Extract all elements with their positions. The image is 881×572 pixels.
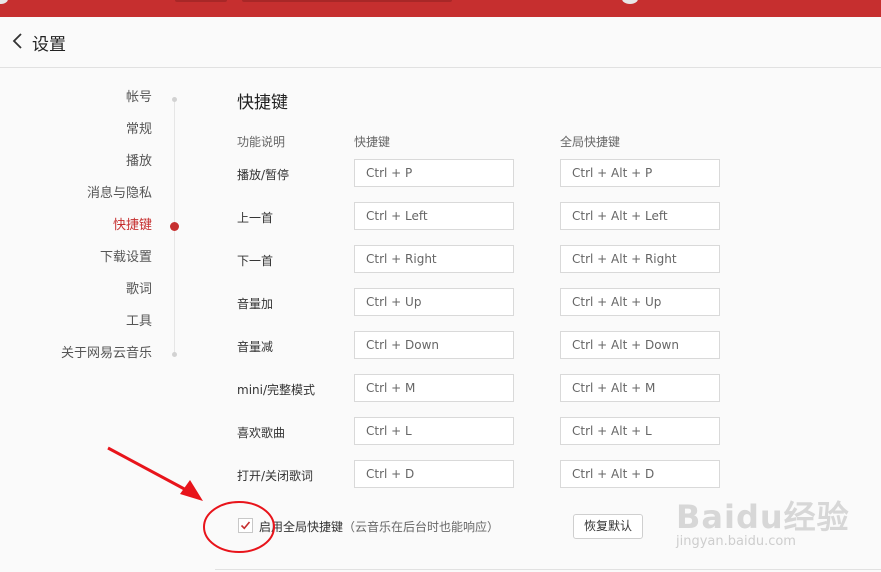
- window-control-icon[interactable]: [0, 0, 8, 4]
- watermark-brand: Baidu经验: [676, 498, 850, 536]
- sidebar-item-lyrics[interactable]: 歌词: [126, 281, 152, 299]
- watermark-url: jingyan.baidu.com: [676, 534, 796, 549]
- row-label: 音量加: [237, 297, 274, 311]
- column-header-function: 功能说明: [237, 135, 286, 149]
- row-label: mini/完整模式: [237, 383, 316, 397]
- user-avatar[interactable]: [622, 0, 638, 4]
- global-shortcut-input[interactable]: Ctrl + Alt + M: [560, 374, 720, 402]
- back-button[interactable]: [8, 29, 28, 53]
- row-label: 播放/暂停: [237, 168, 290, 182]
- title-bar: [0, 0, 881, 17]
- sidebar-active-dot: [170, 222, 179, 231]
- shortcut-input[interactable]: Ctrl + P: [354, 159, 514, 187]
- enable-global-shortcut-checkbox[interactable]: [238, 518, 253, 533]
- global-shortcut-input[interactable]: Ctrl + Alt + D: [560, 460, 720, 488]
- shortcut-input[interactable]: Ctrl + L: [354, 417, 514, 445]
- sidebar-item-account[interactable]: 帐号: [126, 89, 152, 107]
- search-box-stub: [242, 0, 452, 2]
- column-header-global-shortcut: 全局快捷键: [560, 135, 621, 149]
- bottom-divider: [215, 569, 881, 570]
- shortcut-input[interactable]: Ctrl + Left: [354, 202, 514, 230]
- sidebar-item-about[interactable]: 关于网易云音乐: [61, 345, 152, 363]
- global-shortcut-input[interactable]: Ctrl + Alt + Left: [560, 202, 720, 230]
- sidebar-item-general[interactable]: 常规: [126, 121, 152, 139]
- settings-sidebar: 帐号 常规 播放 消息与隐私 快捷键 下载设置 歌词 工具 关于网易云音乐: [0, 68, 200, 572]
- row-label: 音量减: [237, 340, 274, 354]
- global-shortcut-input[interactable]: Ctrl + Alt + Right: [560, 245, 720, 273]
- sidebar-item-playback[interactable]: 播放: [126, 153, 152, 171]
- global-shortcut-input[interactable]: Ctrl + Alt + Down: [560, 331, 720, 359]
- nav-buttons-stub: [175, 0, 227, 2]
- shortcut-input[interactable]: Ctrl + Right: [354, 245, 514, 273]
- row-label: 喜欢歌曲: [237, 426, 286, 440]
- checkmark-icon: [240, 521, 251, 530]
- chevron-left-icon: [12, 33, 22, 49]
- sidebar-item-privacy[interactable]: 消息与隐私: [87, 185, 152, 203]
- global-shortcut-input[interactable]: Ctrl + Alt + Up: [560, 288, 720, 316]
- enable-global-shortcut-label[interactable]: 启用全局快捷键（云音乐在后台时也能响应）: [259, 518, 499, 535]
- row-label: 下一首: [237, 254, 274, 268]
- sidebar-dot: [172, 97, 177, 102]
- sidebar-dot: [172, 352, 177, 357]
- sidebar-item-download[interactable]: 下载设置: [100, 249, 152, 267]
- enable-global-shortcut-note: （云音乐在后台时也能响应）: [343, 520, 500, 534]
- column-header-shortcut: 快捷键: [354, 135, 391, 149]
- sidebar-item-shortcuts[interactable]: 快捷键: [113, 217, 152, 235]
- row-label: 打开/关闭歌词: [237, 469, 314, 483]
- shortcut-input[interactable]: Ctrl + M: [354, 374, 514, 402]
- settings-header: 设置: [0, 17, 881, 68]
- enable-global-shortcut-text: 启用全局快捷键: [259, 520, 344, 534]
- shortcut-input[interactable]: Ctrl + Up: [354, 288, 514, 316]
- sidebar-item-tools[interactable]: 工具: [126, 313, 152, 331]
- page-title: 设置: [32, 35, 66, 55]
- watermark-logo: Baidu经验 jingyan.baidu.com: [672, 490, 872, 560]
- shortcut-input[interactable]: Ctrl + D: [354, 460, 514, 488]
- global-shortcut-input[interactable]: Ctrl + Alt + P: [560, 159, 720, 187]
- section-title: 快捷键: [237, 93, 288, 113]
- global-shortcut-input[interactable]: Ctrl + Alt + L: [560, 417, 720, 445]
- row-label: 上一首: [237, 211, 274, 225]
- restore-defaults-button[interactable]: 恢复默认: [573, 514, 643, 539]
- shortcut-input[interactable]: Ctrl + Down: [354, 331, 514, 359]
